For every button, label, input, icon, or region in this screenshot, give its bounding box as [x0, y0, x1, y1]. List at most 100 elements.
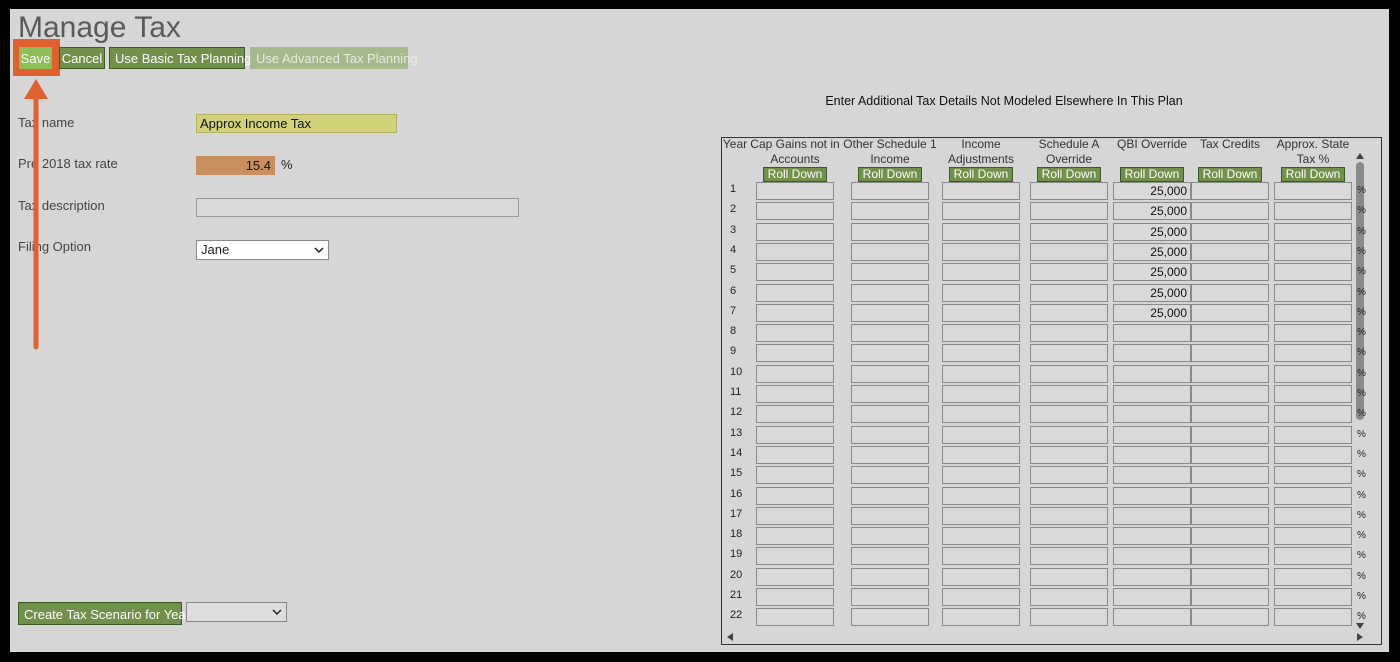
table-cell-input[interactable]: [756, 425, 834, 444]
table-cell-input[interactable]: [756, 303, 834, 322]
table-cell-input[interactable]: [1191, 344, 1269, 363]
table-cell-input[interactable]: [942, 608, 1020, 627]
table-cell-input[interactable]: [851, 202, 929, 221]
table-cell-input[interactable]: [1274, 222, 1352, 241]
table-cell-input[interactable]: [851, 486, 929, 505]
table-cell-input[interactable]: [1191, 405, 1269, 424]
table-cell-input[interactable]: [756, 567, 834, 586]
table-cell-input[interactable]: [1274, 202, 1352, 221]
table-cell-input[interactable]: [1274, 283, 1352, 302]
table-cell-input[interactable]: [1113, 364, 1191, 383]
table-cell-input[interactable]: [942, 405, 1020, 424]
table-cell-input[interactable]: [1274, 385, 1352, 403]
table-cell-input[interactable]: [1191, 547, 1269, 566]
table-cell-input[interactable]: [1030, 486, 1108, 505]
table-cell-input[interactable]: [851, 466, 929, 485]
roll-down-button[interactable]: Roll Down: [1198, 167, 1262, 182]
table-cell-input[interactable]: [942, 303, 1020, 322]
table-cell-input[interactable]: [756, 405, 834, 424]
table-cell-input[interactable]: [1030, 506, 1108, 525]
table-cell-input[interactable]: [1113, 425, 1191, 444]
table-cell-input[interactable]: [851, 567, 929, 586]
table-cell-input[interactable]: [1030, 364, 1108, 383]
table-cell-input[interactable]: [1191, 324, 1269, 343]
table-cell-input[interactable]: [851, 344, 929, 363]
table-cell-input[interactable]: [1191, 263, 1269, 282]
table-cell-input[interactable]: [942, 344, 1020, 363]
table-cell-input[interactable]: [942, 222, 1020, 241]
table-cell-input[interactable]: [851, 364, 929, 383]
table-cell-input[interactable]: 25,000: [1113, 182, 1191, 200]
table-cell-input[interactable]: [942, 242, 1020, 261]
table-cell-input[interactable]: [851, 588, 929, 606]
table-cell-input[interactable]: [756, 242, 834, 261]
table-cell-input[interactable]: 25,000: [1113, 222, 1191, 241]
table-cell-input[interactable]: [942, 202, 1020, 221]
table-cell-input[interactable]: [851, 182, 929, 200]
table-cell-input[interactable]: 25,000: [1113, 242, 1191, 261]
table-cell-input[interactable]: [1191, 588, 1269, 606]
table-cell-input[interactable]: [756, 202, 834, 221]
table-cell-input[interactable]: [1274, 242, 1352, 261]
table-cell-input[interactable]: [851, 405, 929, 424]
table-cell-input[interactable]: [1030, 324, 1108, 343]
table-cell-input[interactable]: [942, 588, 1020, 606]
horizontal-scrollbar[interactable]: [725, 631, 1365, 643]
table-cell-input[interactable]: [1191, 303, 1269, 322]
table-cell-input[interactable]: [756, 608, 834, 627]
table-cell-input[interactable]: [1274, 344, 1352, 363]
table-cell-input[interactable]: [756, 283, 834, 302]
table-cell-input[interactable]: [1191, 567, 1269, 586]
table-cell-input[interactable]: [1113, 486, 1191, 505]
table-cell-input[interactable]: [1030, 588, 1108, 606]
table-cell-input[interactable]: [1274, 364, 1352, 383]
table-cell-input[interactable]: [1113, 445, 1191, 464]
table-cell-input[interactable]: [1191, 182, 1269, 200]
table-cell-input[interactable]: [851, 527, 929, 546]
table-cell-input[interactable]: [1191, 425, 1269, 444]
table-cell-input[interactable]: 25,000: [1113, 263, 1191, 282]
table-cell-input[interactable]: [942, 364, 1020, 383]
table-cell-input[interactable]: 25,000: [1113, 202, 1191, 221]
table-cell-input[interactable]: [1274, 567, 1352, 586]
roll-down-button[interactable]: Roll Down: [1037, 167, 1101, 182]
table-cell-input[interactable]: [1030, 527, 1108, 546]
table-cell-input[interactable]: [756, 344, 834, 363]
tax-name-input[interactable]: Approx Income Tax: [196, 114, 397, 133]
table-cell-input[interactable]: [1030, 344, 1108, 363]
filing-option-select[interactable]: Jane: [196, 240, 329, 260]
table-cell-input[interactable]: [942, 283, 1020, 302]
table-cell-input[interactable]: [851, 506, 929, 525]
table-cell-input[interactable]: [1030, 242, 1108, 261]
table-cell-input[interactable]: [1113, 547, 1191, 566]
roll-down-button[interactable]: Roll Down: [1281, 167, 1345, 182]
table-cell-input[interactable]: [851, 608, 929, 627]
table-cell-input[interactable]: [756, 263, 834, 282]
table-cell-input[interactable]: [1274, 527, 1352, 546]
table-cell-input[interactable]: [942, 547, 1020, 566]
table-cell-input[interactable]: [1191, 466, 1269, 485]
table-cell-input[interactable]: [942, 506, 1020, 525]
table-cell-input[interactable]: [756, 364, 834, 383]
table-cell-input[interactable]: [756, 588, 834, 606]
table-cell-input[interactable]: [1030, 222, 1108, 241]
table-cell-input[interactable]: [1113, 466, 1191, 485]
table-cell-input[interactable]: [1191, 486, 1269, 505]
table-cell-input[interactable]: [1113, 567, 1191, 586]
table-cell-input[interactable]: [1113, 588, 1191, 606]
table-cell-input[interactable]: [1274, 303, 1352, 322]
table-cell-input[interactable]: [756, 547, 834, 566]
table-cell-input[interactable]: [1191, 385, 1269, 403]
table-cell-input[interactable]: [1030, 405, 1108, 424]
table-cell-input[interactable]: [1191, 527, 1269, 546]
table-cell-input[interactable]: [1030, 425, 1108, 444]
scenario-year-select[interactable]: [186, 602, 287, 622]
table-cell-input[interactable]: [1191, 202, 1269, 221]
table-cell-input[interactable]: [1030, 182, 1108, 200]
table-cell-input[interactable]: [1113, 324, 1191, 343]
table-cell-input[interactable]: [942, 567, 1020, 586]
roll-down-button[interactable]: Roll Down: [763, 167, 827, 182]
table-cell-input[interactable]: [851, 547, 929, 566]
table-cell-input[interactable]: [942, 466, 1020, 485]
table-cell-input[interactable]: [1191, 364, 1269, 383]
